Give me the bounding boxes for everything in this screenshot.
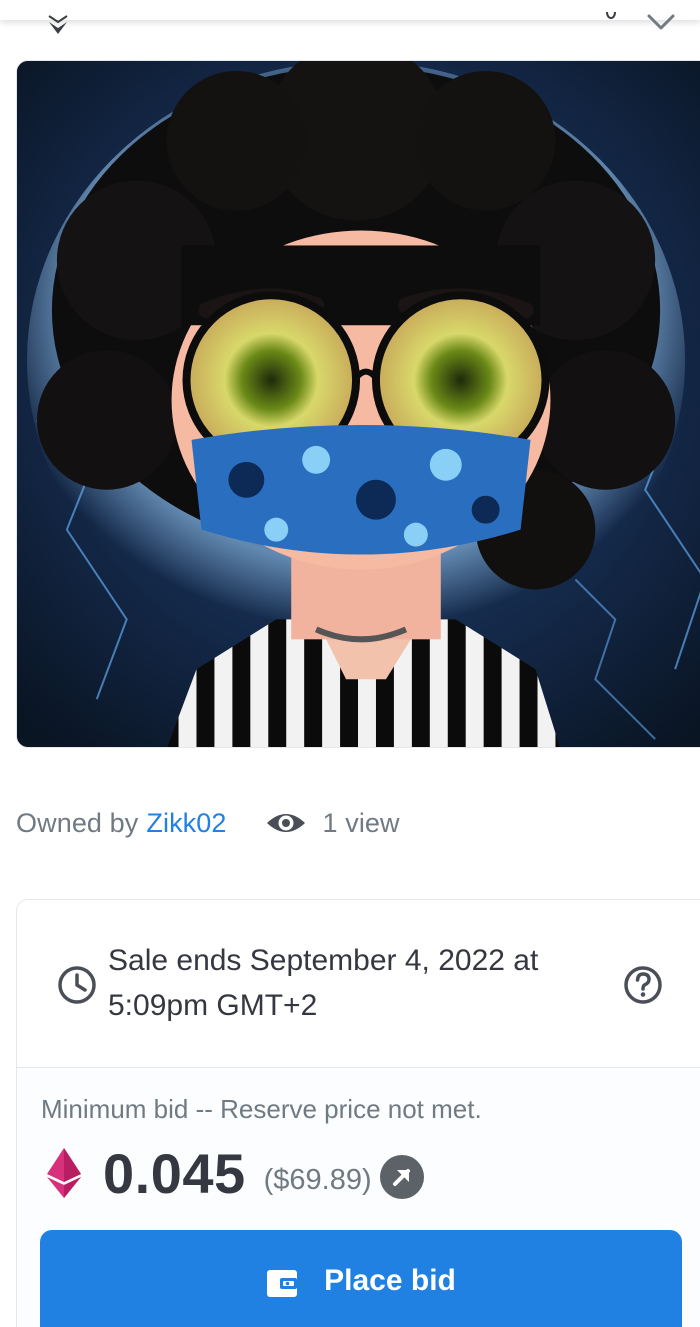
price-amount: 0.045: [103, 1141, 246, 1205]
question-icon[interactable]: [623, 965, 663, 1005]
favorite-count-icon: [606, 11, 616, 19]
eye-icon: [266, 814, 305, 832]
arrow-up-right-icon[interactable]: [379, 1155, 424, 1199]
owner-info: Owned by Zikk02 1 view: [16, 805, 400, 841]
min-bid-label: Minimum bid -- Reserve price not met.: [41, 1094, 482, 1124]
sale-header: Sale ends September 4, 2022 at 5:09pm GM…: [17, 900, 700, 1068]
ethereum-icon: [47, 1148, 81, 1198]
place-bid-button[interactable]: Place bid: [40, 1230, 682, 1327]
nft-image[interactable]: [16, 60, 700, 748]
owner-link[interactable]: Zikk02: [146, 808, 226, 839]
price-row: 0.045 ($69.89): [47, 1138, 424, 1208]
owned-by-label: Owned by: [16, 807, 139, 838]
sale-end-text: Sale ends September 4, 2022 at 5:09pm GM…: [108, 944, 539, 1022]
nft-artwork: [17, 61, 700, 747]
clock-icon: [58, 966, 96, 1004]
view-count: 1 view: [322, 807, 400, 838]
chevron-down-icon[interactable]: [646, 0, 676, 34]
price-section: Minimum bid -- Reserve price not met. 0.…: [17, 1068, 700, 1327]
price-usd: ($69.89): [263, 1163, 372, 1196]
top-bar: [0, 0, 700, 34]
place-bid-label: Place bid: [324, 1264, 456, 1297]
ethereum-icon: [48, 15, 68, 34]
wallet-icon: [267, 1270, 298, 1297]
sale-panel: Sale ends September 4, 2022 at 5:09pm GM…: [16, 899, 700, 1327]
